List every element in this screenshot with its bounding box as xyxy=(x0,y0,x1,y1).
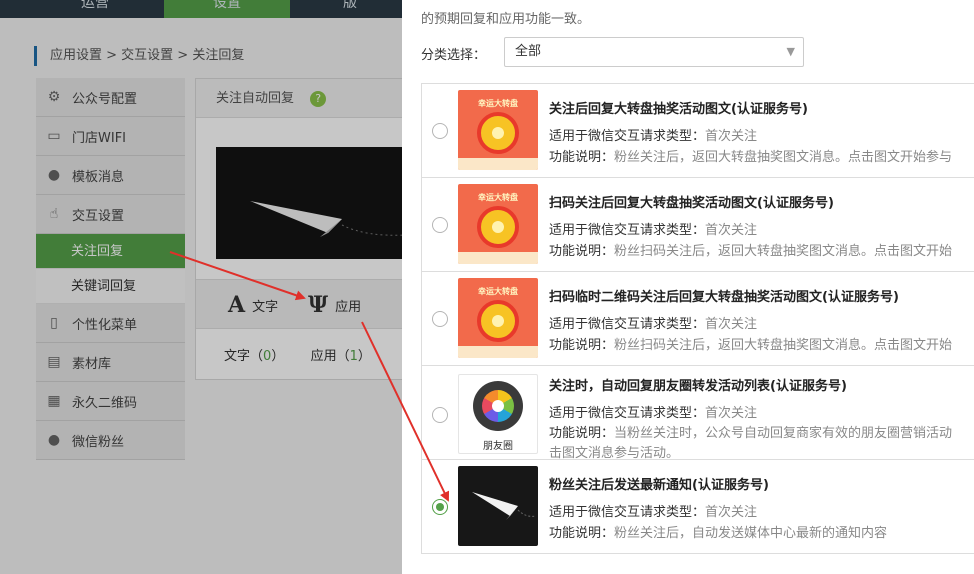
description-value: 粉丝关注后，返回大转盘抽奖图文消息。点击图文开始参与 xyxy=(614,150,953,165)
description-label: 功能说明： xyxy=(549,426,615,441)
paper-plane-icon xyxy=(472,492,537,520)
app-description: 功能说明：当粉丝关注时，公众号自动回复商家有效的朋友圈营销活动 xyxy=(549,422,952,441)
thumbnail-base xyxy=(458,252,538,264)
request-type-label: 适用于微信交互请求类型： xyxy=(549,406,706,421)
moments-camera-icon xyxy=(473,381,523,431)
app-card-selected[interactable]: 粉丝关注后发送最新通知(认证服务号) 适用于微信交互请求类型：首次关注 功能说明… xyxy=(421,460,974,554)
app-description-continued: 击图文消息参与活动。 xyxy=(549,442,680,460)
app-card[interactable]: 朋友圈 关注时，自动回复朋友圈转发活动列表(认证服务号) 适用于微信交互请求类型… xyxy=(421,366,974,460)
request-type-value: 首次关注 xyxy=(705,317,758,332)
app-radio-checked[interactable] xyxy=(432,499,448,515)
app-radio[interactable] xyxy=(432,311,448,327)
wheel-icon xyxy=(477,112,519,154)
description-value-2: 击图文消息参与活动。 xyxy=(549,446,680,460)
description-label: 功能说明： xyxy=(549,526,615,541)
wheel-icon xyxy=(477,300,519,342)
request-type-value: 首次关注 xyxy=(705,406,758,421)
description-label: 功能说明： xyxy=(549,150,615,165)
app-description: 功能说明：粉丝扫码关注后，返回大转盘抽奖图文消息。点击图文开始 xyxy=(549,240,952,259)
chevron-down-icon: ▼ xyxy=(786,45,795,58)
thumbnail-caption: 幸运大转盘 xyxy=(478,287,518,296)
app-radio[interactable] xyxy=(432,217,448,233)
thumbnail-caption: 幸运大转盘 xyxy=(478,193,518,202)
app-radio[interactable] xyxy=(432,123,448,139)
thumbnail-caption: 朋友圈 xyxy=(483,441,513,452)
panel-intro-text: 的预期回复和应用功能一致。 xyxy=(421,12,591,27)
app-card[interactable]: 幸运大转盘 扫码关注后回复大转盘抽奖活动图文(认证服务号) 适用于微信交互请求类… xyxy=(421,178,974,272)
description-label: 功能说明： xyxy=(549,244,615,259)
app-select-panel: 的预期回复和应用功能一致。 分类选择： 全部 ▼ 幸运大转盘 关注后回复大转盘抽… xyxy=(402,0,974,574)
app-card[interactable]: 幸运大转盘 关注后回复大转盘抽奖活动图文(认证服务号) 适用于微信交互请求类型：… xyxy=(421,84,974,178)
app-request-type: 适用于微信交互请求类型：首次关注 xyxy=(549,501,757,520)
app-title: 扫码关注后回复大转盘抽奖活动图文(认证服务号) xyxy=(549,196,834,211)
description-label: 功能说明： xyxy=(549,338,615,353)
description-value: 粉丝关注后，自动发送媒体中心最新的通知内容 xyxy=(614,526,888,541)
app-request-type: 适用于微信交互请求类型：首次关注 xyxy=(549,313,757,332)
request-type-label: 适用于微信交互请求类型： xyxy=(549,317,706,332)
thumbnail-base xyxy=(458,158,538,170)
thumbnail-caption: 幸运大转盘 xyxy=(478,99,518,108)
request-type-label: 适用于微信交互请求类型： xyxy=(549,129,706,144)
category-filter-label: 分类选择： xyxy=(421,48,487,63)
category-select[interactable]: 全部 ▼ xyxy=(504,37,804,67)
app-title: 关注时，自动回复朋友圈转发活动列表(认证服务号) xyxy=(549,379,847,394)
request-type-value: 首次关注 xyxy=(705,505,758,520)
category-select-value: 全部 xyxy=(515,44,542,59)
lucky-wheel-thumbnail: 幸运大转盘 xyxy=(458,278,538,358)
description-value: 粉丝扫码关注后，返回大转盘抽奖图文消息。点击图文开始 xyxy=(614,338,953,353)
app-request-type: 适用于微信交互请求类型：首次关注 xyxy=(549,125,757,144)
request-type-value: 首次关注 xyxy=(705,223,758,238)
description-value: 当粉丝关注时，公众号自动回复商家有效的朋友圈营销活动 xyxy=(614,426,953,441)
lucky-wheel-thumbnail: 幸运大转盘 xyxy=(458,90,538,170)
request-type-label: 适用于微信交互请求类型： xyxy=(549,505,706,520)
app-request-type: 适用于微信交互请求类型：首次关注 xyxy=(549,402,757,421)
wheel-icon xyxy=(477,206,519,248)
app-request-type: 适用于微信交互请求类型：首次关注 xyxy=(549,219,757,238)
thumbnail-base xyxy=(458,346,538,358)
app-title: 关注后回复大转盘抽奖活动图文(认证服务号) xyxy=(549,102,808,117)
app-radio[interactable] xyxy=(432,407,448,423)
app-card[interactable]: 幸运大转盘 扫码临时二维码关注后回复大转盘抽奖活动图文(认证服务号) 适用于微信… xyxy=(421,272,974,366)
request-type-label: 适用于微信交互请求类型： xyxy=(549,223,706,238)
app-description: 功能说明：粉丝扫码关注后，返回大转盘抽奖图文消息。点击图文开始 xyxy=(549,334,952,353)
app-title: 扫码临时二维码关注后回复大转盘抽奖活动图文(认证服务号) xyxy=(549,290,899,305)
modal-backdrop[interactable] xyxy=(0,0,402,574)
description-value: 粉丝扫码关注后，返回大转盘抽奖图文消息。点击图文开始 xyxy=(614,244,953,259)
app-description: 功能说明：粉丝关注后，返回大转盘抽奖图文消息。点击图文开始参与 xyxy=(549,146,952,165)
request-type-value: 首次关注 xyxy=(705,129,758,144)
notification-thumbnail xyxy=(458,466,538,546)
app-description: 功能说明：粉丝关注后，自动发送媒体中心最新的通知内容 xyxy=(549,522,887,541)
moments-thumbnail: 朋友圈 xyxy=(458,374,538,454)
app-list: 幸运大转盘 关注后回复大转盘抽奖活动图文(认证服务号) 适用于微信交互请求类型：… xyxy=(421,83,974,554)
app-title: 粉丝关注后发送最新通知(认证服务号) xyxy=(549,478,769,493)
lucky-wheel-thumbnail: 幸运大转盘 xyxy=(458,184,538,264)
